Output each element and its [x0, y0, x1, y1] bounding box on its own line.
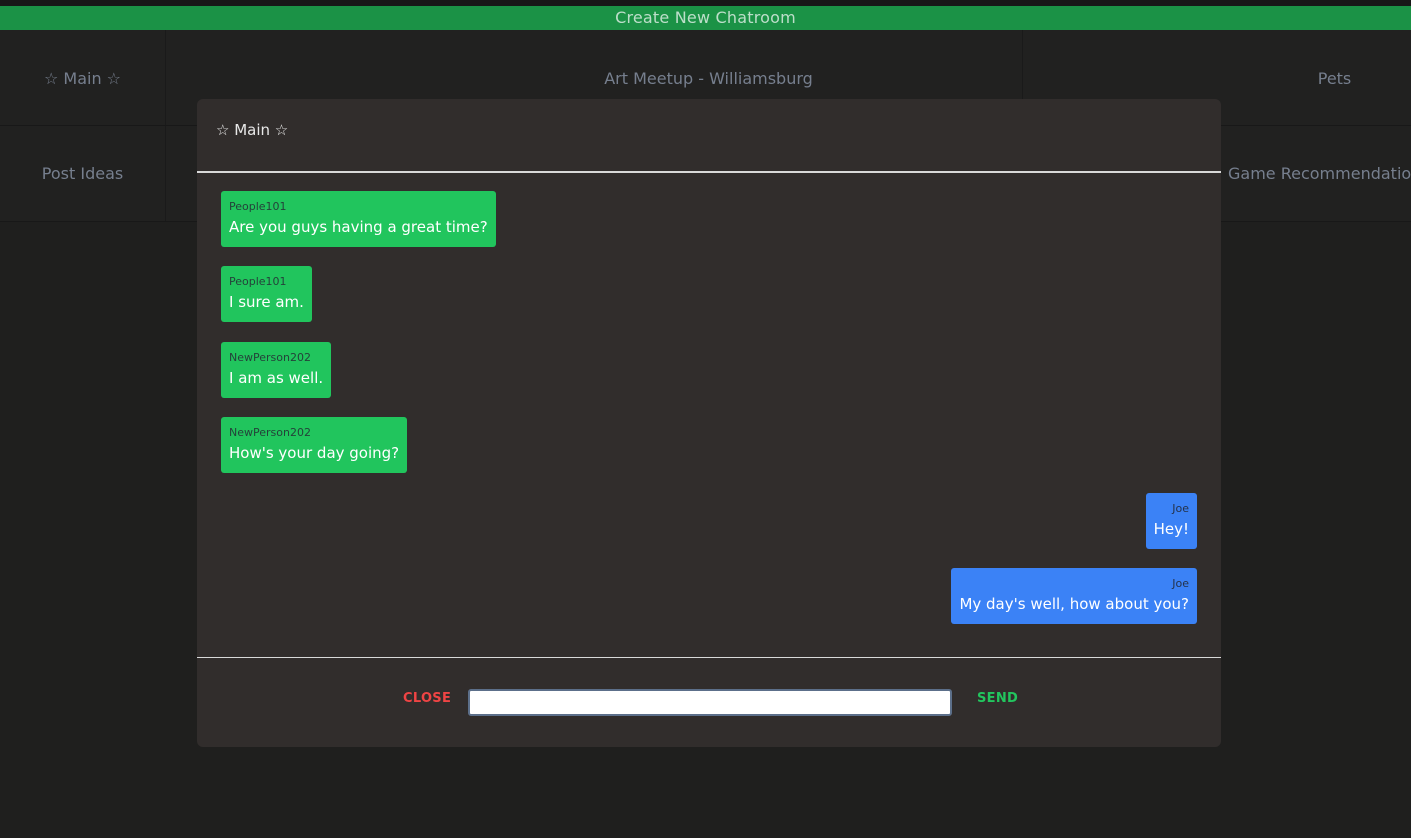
- message-author: Joe: [1172, 502, 1189, 515]
- message-author: NewPerson202: [229, 426, 311, 439]
- message-bubble: NewPerson202 How's your day going?: [221, 417, 408, 473]
- message-text: How's your day going?: [229, 444, 400, 462]
- chatroom-modal: ☆ Main ☆ People101 Are you guys having a…: [197, 99, 1221, 747]
- header-divider: [197, 171, 1221, 173]
- close-button[interactable]: CLOSE: [403, 691, 451, 706]
- message-text: My day's well, how about you?: [959, 595, 1189, 613]
- message-author: Joe: [1172, 577, 1189, 590]
- message-text: Hey!: [1153, 520, 1189, 538]
- message-bubble: People101 I sure am.: [221, 266, 312, 322]
- message-text: I am as well.: [229, 369, 324, 387]
- message-bubble: People101 Are you guys having a great ti…: [221, 191, 496, 247]
- message-author: People101: [229, 275, 287, 288]
- message-author: People101: [229, 200, 287, 213]
- message-text: Are you guys having a great time?: [229, 218, 488, 236]
- message-text: I sure am.: [229, 293, 304, 311]
- footer-divider: [197, 657, 1221, 658]
- own-message-bubble: Joe My day's well, how about you?: [951, 568, 1197, 624]
- message-input[interactable]: [468, 689, 952, 716]
- message-author: NewPerson202: [229, 351, 311, 364]
- message-bubble: NewPerson202 I am as well.: [221, 342, 332, 398]
- send-button[interactable]: SEND: [977, 691, 1018, 706]
- own-message-bubble: Joe Hey!: [1145, 493, 1197, 549]
- modal-title: ☆ Main ☆: [216, 121, 289, 139]
